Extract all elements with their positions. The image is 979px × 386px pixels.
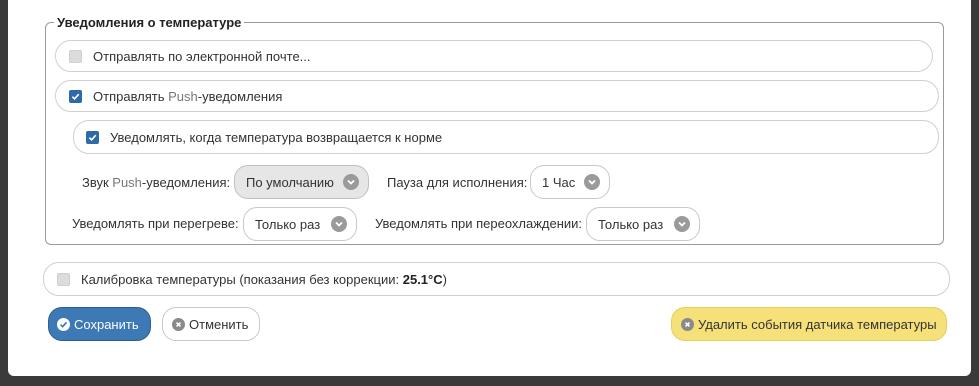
pause-value: 1 Час [542,174,576,190]
overheat-select[interactable]: Только раз [243,207,357,241]
checkmark-icon [88,134,97,141]
overcool-value: Только раз [598,216,664,232]
overheat-label: Уведомлять при перегреве: [72,216,239,231]
calibration-label: Калибровка температуры (показания без ко… [81,272,447,287]
check-circle-icon [57,317,70,331]
normal-label: Уведомлять, когда температура возвращает… [110,129,443,145]
checkmark-icon [71,93,80,100]
calibration-option[interactable]: Калибровка температуры (показания без ко… [43,262,950,296]
chevron-down-icon [343,174,359,190]
normal-option[interactable]: Уведомлять, когда температура возвращает… [73,120,939,154]
email-option[interactable]: Отправлять по электронной почте... [55,40,933,72]
normal-checkbox[interactable] [86,130,99,144]
overcool-select[interactable]: Только раз [586,207,700,241]
uncorrected-temperature-value: 25.1°C [402,271,443,287]
close-circle-icon [172,317,185,331]
push-sound-label-prefix: Звук [82,175,113,190]
chevron-down-icon [331,216,347,232]
push-label: Отправлять Push-уведомления [93,89,282,104]
save-button[interactable]: Сохранить [48,307,151,341]
delete-events-button[interactable]: Удалить события датчика температуры [671,307,947,341]
push-label-light: Push [168,88,198,104]
calibration-label-text: Калибровка температуры (показания без ко… [81,271,403,287]
push-sound-select[interactable]: По умолчанию [234,165,369,199]
email-checkbox[interactable] [69,49,82,63]
chevron-down-icon [584,174,600,190]
email-label: Отправлять по электронной почте... [93,48,311,64]
group-legend: Уведомления о температуре [57,15,242,30]
chevron-down-icon [674,216,690,232]
settings-panel: Уведомления о температуре Отправлять по … [8,0,971,376]
overheat-value: Только раз [255,216,321,232]
push-checkbox[interactable] [69,89,82,103]
push-label-prefix: Отправлять [93,88,169,104]
push-option[interactable]: Отправлять Push-уведомления [55,80,939,112]
pause-label: Пауза для исполнения: [387,175,528,190]
save-label: Сохранить [74,316,139,332]
calibration-label-end: ) [442,271,447,287]
push-label-suffix: -уведомления [197,88,283,104]
push-sound-label: Звук Push-уведомления: [82,175,230,190]
close-circle-icon [681,317,694,331]
cancel-button[interactable]: Отменить [162,307,260,341]
pause-select[interactable]: 1 Час [530,165,610,199]
push-sound-value: По умолчанию [246,174,334,190]
delete-label: Удалить события датчика температуры [698,316,937,332]
push-sound-label-suffix: -уведомления: [141,175,231,190]
cancel-label: Отменить [189,316,249,332]
calibration-checkbox[interactable] [57,272,70,286]
push-sound-label-light: Push [112,175,142,190]
overcool-label: Уведомлять при переохлаждении: [375,216,583,231]
